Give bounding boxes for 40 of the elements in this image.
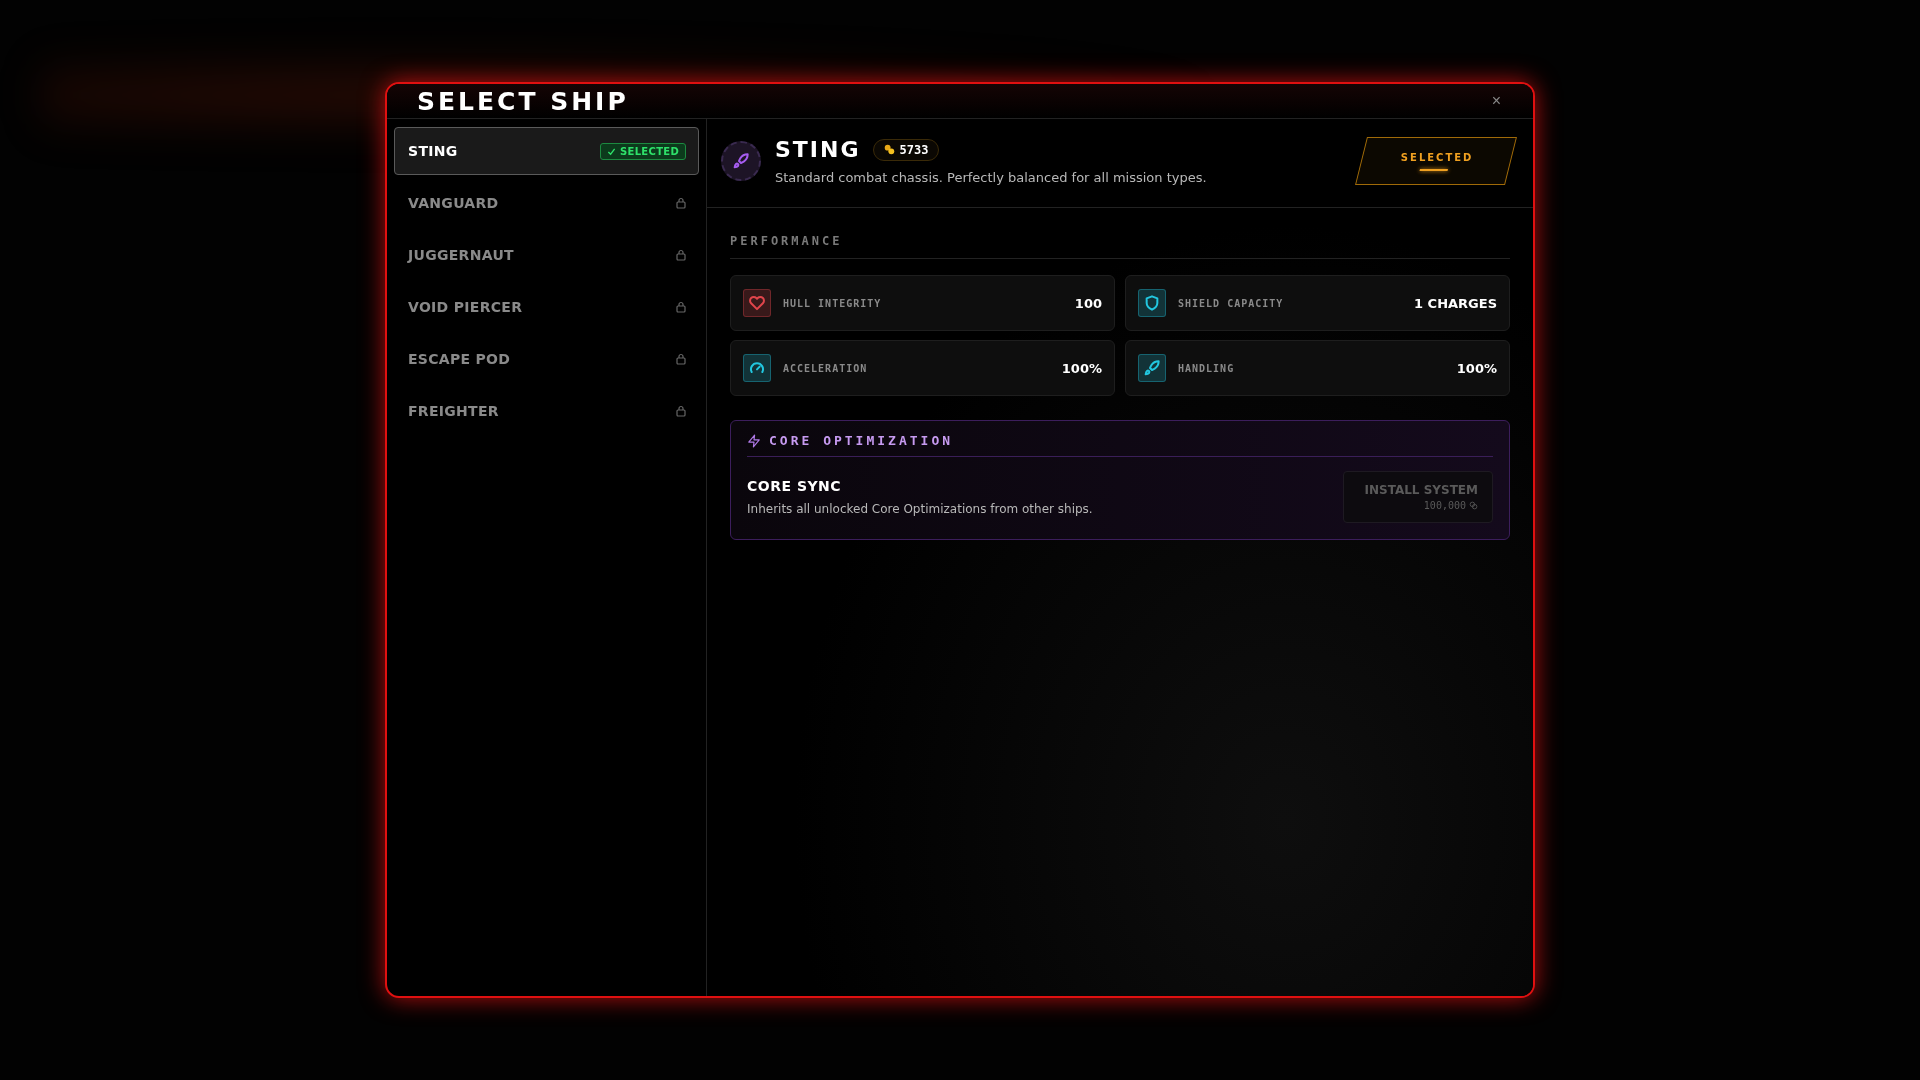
lightning-icon <box>747 433 761 448</box>
lock-icon <box>676 353 686 365</box>
check-icon <box>607 146 617 156</box>
stat-value: 100% <box>1456 360 1497 376</box>
lock-icon <box>676 249 686 261</box>
credits-pill: 5733 <box>872 138 940 161</box>
stat-label: HANDLING <box>1178 362 1236 374</box>
ship-list-item[interactable]: VOID PIERCER <box>394 283 699 331</box>
ship-name: STING <box>408 143 458 159</box>
ship-list-item[interactable]: STING SELECTED <box>394 127 699 175</box>
stat-label: ACCELERATION <box>783 362 869 374</box>
ship-name: VOID PIERCER <box>408 299 523 315</box>
upgrade-description: Inherits all unlocked Core Optimizations from other ships. <box>747 502 1093 516</box>
lock-icon <box>676 405 686 417</box>
coins-icon <box>883 144 895 155</box>
ship-name: FREIGHTER <box>408 403 499 419</box>
dialog-title: SELECT SHIP <box>417 86 629 116</box>
stat-value: 1 CHARGES <box>1414 295 1497 311</box>
selected-badge: SELECTED <box>600 142 686 160</box>
section-heading: PERFORMANCE <box>730 234 1510 259</box>
ship-title: STING <box>775 137 861 162</box>
stat-value: 100 <box>1074 295 1102 311</box>
ship-name: ESCAPE POD <box>408 351 511 367</box>
ship-name: VANGUARD <box>408 195 499 211</box>
status-button[interactable]: SELECTED <box>1355 137 1517 185</box>
stat-label: HULL INTEGRITY <box>783 297 883 309</box>
lock-icon <box>676 301 686 313</box>
close-button[interactable]: × <box>1487 92 1505 110</box>
ship-list-item[interactable]: ESCAPE POD <box>394 335 699 383</box>
upgrade-name: CORE SYNC <box>747 478 843 494</box>
ship-name: JUGGERNAUT <box>408 247 514 263</box>
ship-list-item[interactable]: JUGGERNAUT <box>394 231 699 279</box>
ship-description: Standard combat chassis. Perfectly balanced for all mission types. <box>775 170 1208 185</box>
stat-value: 100% <box>1061 360 1102 376</box>
ship-list-item[interactable]: FREIGHTER <box>394 387 699 435</box>
stat-label: SHIELD CAPACITY <box>1178 297 1285 309</box>
lock-icon <box>676 197 686 209</box>
coins-icon <box>1469 501 1478 510</box>
ship-list-item[interactable]: VANGUARD <box>394 179 699 227</box>
section-heading: CORE OPTIMIZATION <box>769 433 954 448</box>
